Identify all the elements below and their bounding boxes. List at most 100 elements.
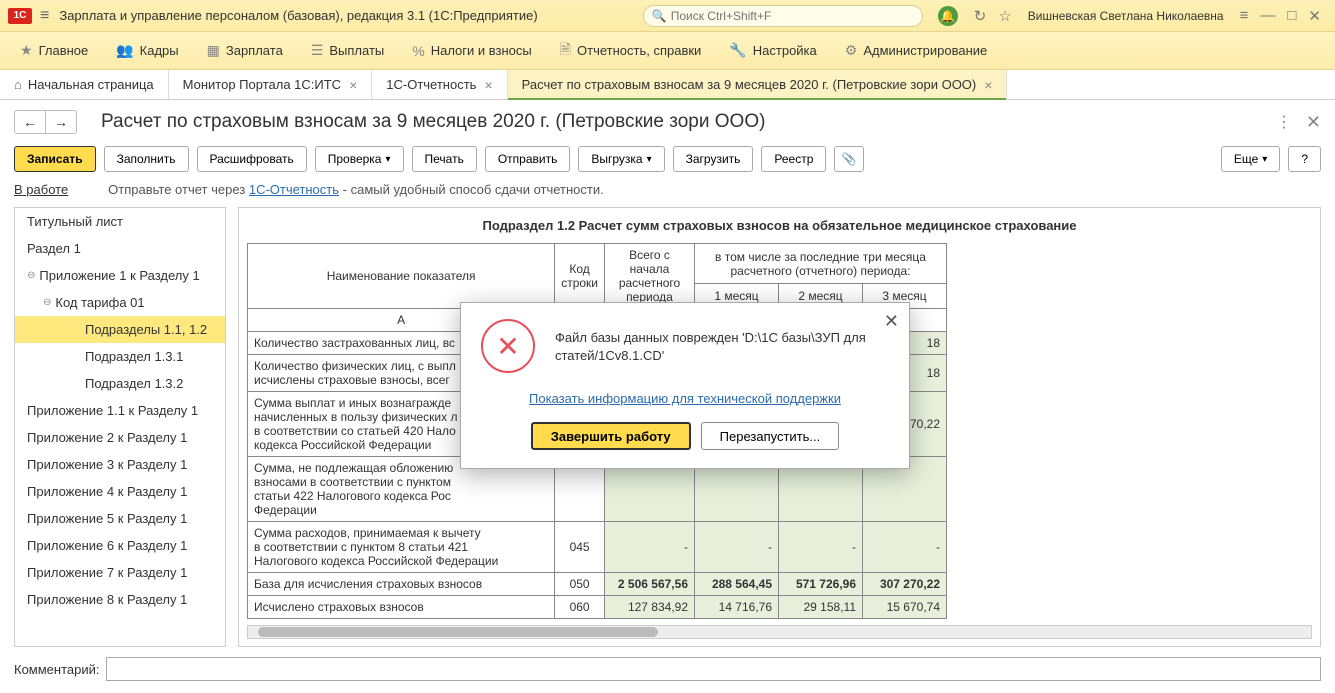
table-row: База для исчисления страховых взносов050… xyxy=(248,573,947,596)
tree-item[interactable]: Приложение 7 к Разделу 1 xyxy=(15,559,225,586)
menu-Отчетность, справки[interactable]: 🗎Отчетность, справки xyxy=(548,33,714,69)
menu-icon: ☰ xyxy=(311,42,324,59)
page-header: ← → Расчет по страховым взносам за 9 мес… xyxy=(0,100,1335,142)
home-icon: ⌂ xyxy=(14,77,22,92)
table-row: Исчислено страховых взносов060127 834,92… xyxy=(248,596,947,619)
tree-item[interactable]: Приложение 2 к Разделу 1 xyxy=(15,424,225,451)
dialog-close-icon[interactable]: ✕ xyxy=(884,311,899,332)
comment-row: Комментарий: xyxy=(0,647,1335,691)
menu-icon[interactable]: ≡ xyxy=(40,7,49,25)
fill-button[interactable]: Заполнить xyxy=(104,146,189,172)
menu-icon: 🔧 xyxy=(729,42,746,59)
menu-Налоги и взносы[interactable]: %Налоги и взносы xyxy=(400,37,544,65)
user-name: Вишневская Светлана Николаевна xyxy=(1028,9,1224,23)
app-logo: 1C xyxy=(8,8,32,24)
tree-item[interactable]: Подраздел 1.3.2 xyxy=(15,370,225,397)
tree-item[interactable]: Подраздел 1.3.1 xyxy=(15,343,225,370)
tree-item[interactable]: Приложение 6 к Разделу 1 xyxy=(15,532,225,559)
tab[interactable]: 1С-Отчетность× xyxy=(372,70,507,99)
section-title: Подраздел 1.2 Расчет сумм страховых взно… xyxy=(239,208,1320,243)
search-input[interactable] xyxy=(671,9,914,23)
error-dialog: ✕ ✕ Файл базы данных поврежден 'D:\1С ба… xyxy=(460,302,910,469)
menu-Настройка[interactable]: 🔧Настройка xyxy=(717,36,828,65)
error-icon: ✕ xyxy=(481,319,535,373)
nav-arrows: ← → xyxy=(14,110,77,134)
menu-Администрирование[interactable]: ⚙Администрирование xyxy=(833,36,1000,65)
menu-icon: ★ xyxy=(20,42,33,59)
menu-icon: ▦ xyxy=(207,42,220,59)
tree-item[interactable]: Приложение 5 к Разделу 1 xyxy=(15,505,225,532)
write-button[interactable]: Записать xyxy=(14,146,96,172)
global-search[interactable]: 🔍 xyxy=(643,5,923,27)
nav-forward[interactable]: → xyxy=(45,110,77,134)
menu-icon: % xyxy=(412,43,424,59)
tab[interactable]: Монитор Портала 1С:ИТС× xyxy=(169,70,373,99)
tab[interactable]: ⌂Начальная страница xyxy=(0,70,169,99)
menu-Выплаты[interactable]: ☰Выплаты xyxy=(299,36,396,65)
main-menu: ★Главное👥Кадры▦Зарплата☰Выплаты%Налоги и… xyxy=(0,32,1335,70)
notifications-icon[interactable]: 🔔 xyxy=(938,6,958,26)
tab-close-icon[interactable]: × xyxy=(349,77,357,93)
tabs: ⌂Начальная страницаМонитор Портала 1С:ИТ… xyxy=(0,70,1335,100)
col-last3: в том числе за последние три месяца расч… xyxy=(695,244,947,284)
check-button[interactable]: Проверка▾ xyxy=(315,146,404,172)
col-code: Код строки xyxy=(555,244,605,309)
help-button[interactable]: ? xyxy=(1288,146,1321,172)
window-title: Зарплата и управление персоналом (базова… xyxy=(59,8,642,23)
finish-work-button[interactable]: Завершить работу xyxy=(531,422,691,450)
tree-item[interactable]: Раздел 1 xyxy=(15,235,225,262)
menu-Зарплата[interactable]: ▦Зарплата xyxy=(195,36,295,65)
tree-item[interactable]: ⊖Код тарифа 01 xyxy=(15,289,225,316)
tree-item[interactable]: ⊖Приложение 1 к Разделу 1 xyxy=(15,262,225,289)
status-link[interactable]: 1С-Отчетность xyxy=(249,182,339,197)
comment-label: Комментарий: xyxy=(14,662,100,677)
dialog-tech-link[interactable]: Показать информацию для технической подд… xyxy=(529,391,841,406)
maximize-icon[interactable]: □ xyxy=(1287,7,1296,24)
tab-close-icon[interactable]: × xyxy=(484,77,492,93)
attach-button[interactable]: 📎 xyxy=(834,146,864,172)
report-status[interactable]: В работе xyxy=(14,182,68,197)
section-tree[interactable]: Титульный листРаздел 1⊖Приложение 1 к Ра… xyxy=(14,207,226,647)
close-page-icon[interactable]: ✕ xyxy=(1306,112,1321,133)
menu-Кадры[interactable]: 👥Кадры xyxy=(104,36,190,65)
tree-item[interactable]: Приложение 8 к Разделу 1 xyxy=(15,586,225,613)
titlebar: 1C ≡ Зарплата и управление персоналом (б… xyxy=(0,0,1335,32)
col-name: Наименование показателя xyxy=(248,244,555,309)
expand-icon[interactable]: ⊖ xyxy=(43,297,51,308)
send-button[interactable]: Отправить xyxy=(485,146,571,172)
restart-button[interactable]: Перезапустить... xyxy=(701,422,840,450)
print-button[interactable]: Печать xyxy=(412,146,477,172)
dialog-message: Файл базы данных поврежден 'D:\1С базы\З… xyxy=(555,319,889,365)
status-line: В работе Отправьте отчет через 1С-Отчетн… xyxy=(0,182,1335,207)
tab-close-icon[interactable]: × xyxy=(984,77,992,93)
tree-item[interactable]: Приложение 3 к Разделу 1 xyxy=(15,451,225,478)
history-icon[interactable]: ↻ xyxy=(974,7,987,25)
menu-Главное[interactable]: ★Главное xyxy=(8,36,100,65)
import-button[interactable]: Загрузить xyxy=(673,146,754,172)
registry-button[interactable]: Реестр xyxy=(761,146,826,172)
minimize-icon[interactable]: — xyxy=(1260,7,1275,24)
close-window-icon[interactable]: ✕ xyxy=(1308,7,1321,25)
page-title: Расчет по страховым взносам за 9 месяцев… xyxy=(101,111,1276,133)
tree-item[interactable]: Титульный лист xyxy=(15,208,225,235)
status-text: Отправьте отчет через 1С-Отчетность - са… xyxy=(108,182,604,197)
tree-item[interactable]: Приложение 4 к Разделу 1 xyxy=(15,478,225,505)
menu-icon: ⚙ xyxy=(845,42,858,59)
nav-back[interactable]: ← xyxy=(14,110,46,134)
page-menu-icon[interactable]: ⋮ xyxy=(1276,112,1292,132)
comment-input[interactable] xyxy=(106,657,1322,681)
tree-item[interactable]: Подразделы 1.1, 1.2 xyxy=(15,316,225,343)
menu-icon: 🗎 xyxy=(560,39,571,63)
more-button[interactable]: Еще▾ xyxy=(1221,146,1280,172)
search-icon: 🔍 xyxy=(652,9,667,23)
export-button[interactable]: Выгрузка▾ xyxy=(578,146,664,172)
expand-icon[interactable]: ⊖ xyxy=(27,270,35,281)
tab[interactable]: Расчет по страховым взносам за 9 месяцев… xyxy=(508,70,1008,99)
favorite-icon[interactable]: ☆ xyxy=(998,7,1011,25)
horizontal-scrollbar[interactable] xyxy=(247,625,1312,639)
tree-item[interactable]: Приложение 1.1 к Разделу 1 xyxy=(15,397,225,424)
decode-button[interactable]: Расшифровать xyxy=(197,146,307,172)
filter-icon[interactable]: ≡ xyxy=(1240,7,1249,24)
col-total: Всего с начала расчетного периода xyxy=(605,244,695,309)
table-row: Сумма расходов, принимаемая к вычету в с… xyxy=(248,522,947,573)
